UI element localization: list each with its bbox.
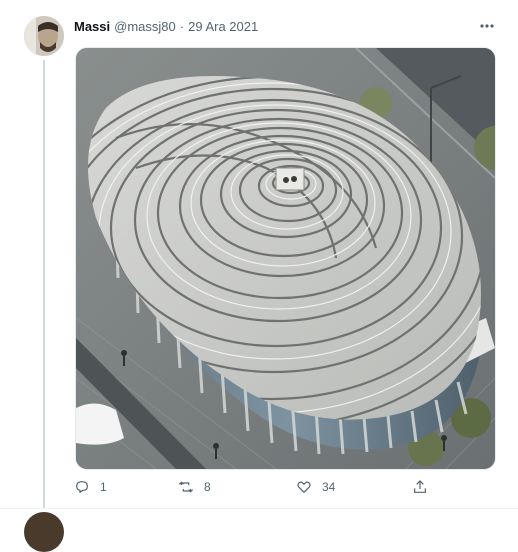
- like-button[interactable]: 34: [296, 476, 335, 498]
- reply-icon: [76, 481, 88, 493]
- tweet-media[interactable]: [75, 47, 496, 470]
- more-icon: [480, 24, 494, 28]
- retweet-icon: [178, 481, 194, 493]
- tweet-date[interactable]: 29 Ara 2021: [188, 19, 258, 34]
- tweet-header: Massi @massj80 · 29 Ara 2021: [74, 16, 258, 36]
- retweet-count: 8: [204, 480, 211, 494]
- share-icon: [414, 480, 426, 493]
- next-tweet-divider: [0, 508, 518, 519]
- like-count: 34: [322, 480, 336, 494]
- next-tweet-avatar[interactable]: [24, 512, 64, 552]
- avatar[interactable]: [24, 16, 64, 56]
- fingerprint-building-image: [76, 48, 495, 469]
- author-name[interactable]: Massi: [74, 19, 110, 34]
- heart-icon: [297, 481, 311, 493]
- share-button[interactable]: [412, 476, 438, 498]
- reply-button[interactable]: 1: [74, 476, 107, 498]
- thread-line: [43, 60, 45, 508]
- reply-count: 1: [100, 480, 107, 494]
- more-button[interactable]: [478, 18, 496, 34]
- retweet-button[interactable]: 8: [178, 476, 211, 498]
- header-separator: ·: [179, 18, 185, 34]
- tweet-actions: 1 8 34: [74, 476, 434, 498]
- avatar-icon: [24, 16, 64, 56]
- author-handle[interactable]: @massj80: [114, 19, 176, 34]
